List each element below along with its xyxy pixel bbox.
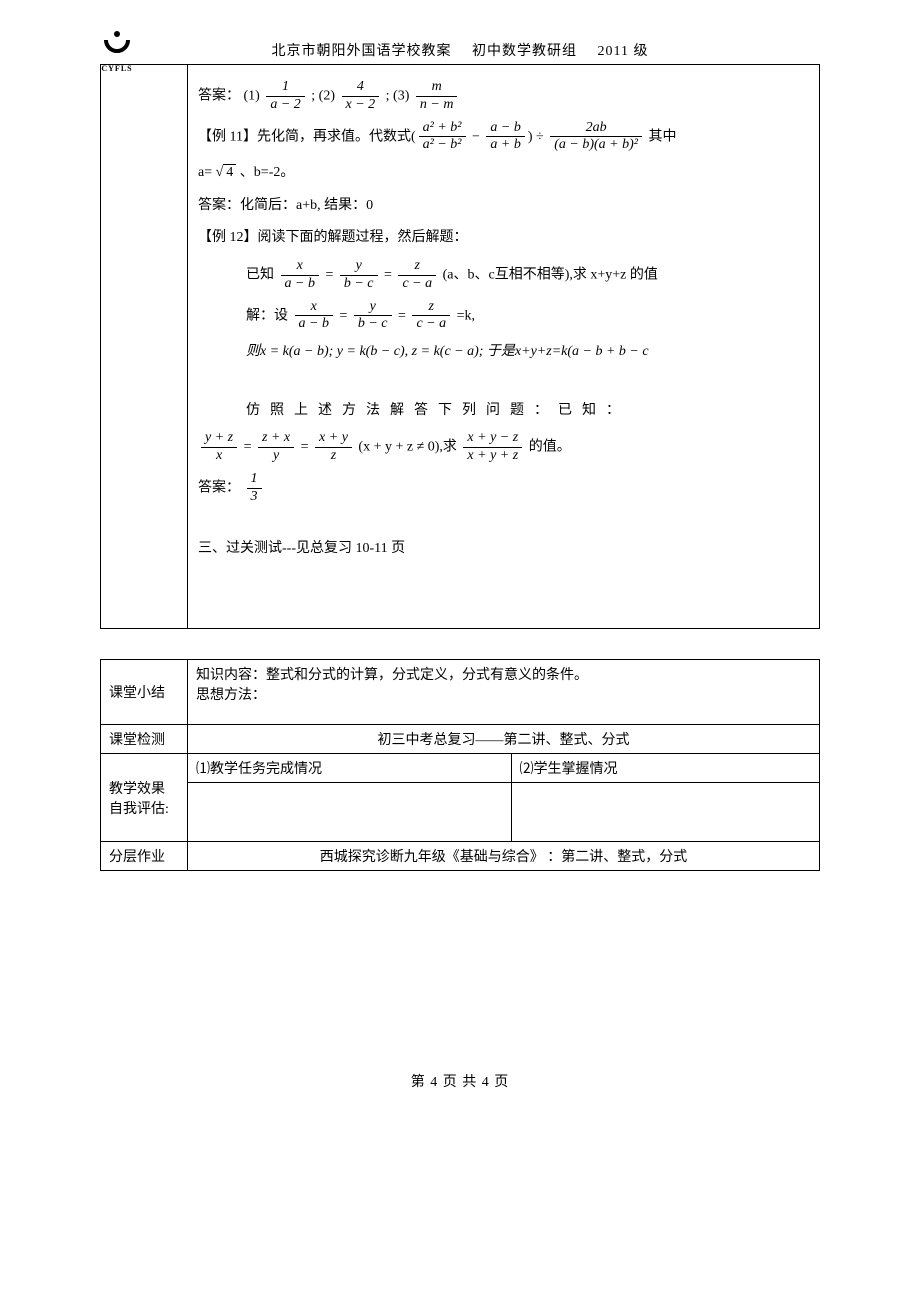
answer-line-1: 答案： (1) 1a − 2 ; (2) 4x − 2 ; (3) mn − m — [198, 79, 809, 114]
ex12s-f3n: z — [412, 299, 450, 317]
ex11-text2: 其中 — [648, 129, 676, 144]
eq-1: = — [325, 267, 333, 282]
ex12-follow-text: 仿照上述方法解答下列问题：已知： — [246, 403, 630, 418]
ans1-num: 1 — [266, 79, 304, 97]
q1n: y + z — [201, 430, 237, 448]
ex12-ans-pre: 答案： — [198, 480, 240, 495]
content-table-2: 课堂小结 知识内容：整式和分式的计算，分式定义，分式有意义的条件。 思想方法： … — [100, 659, 820, 871]
ex11-cond-a: a= — [198, 165, 216, 180]
ex11-minus: − — [472, 129, 480, 144]
row-summary-label: 课堂小结 — [101, 660, 188, 725]
ex12-given-pre: 已知 — [246, 267, 274, 282]
ans2-label: ; (2) — [311, 89, 335, 104]
ex12-f2d: b − c — [340, 276, 378, 293]
section-3: 三、过关测试---见总复习 10-11 页 — [198, 536, 809, 563]
ex12-f3n: z — [398, 258, 436, 276]
ex12-given: 已知 xa − b = yb − c = zc − a (a、b、c互相不相等)… — [246, 258, 809, 293]
ex12-ans-den: 3 — [247, 489, 262, 506]
summary-line2: 思想方法： — [196, 684, 811, 704]
ex11-sqrt: 4 — [223, 164, 236, 180]
content-table-1: 答案： (1) 1a − 2 ; (2) 4x − 2 ; (3) mn − m… — [100, 64, 820, 629]
eq-3: = — [339, 308, 347, 323]
page-header: 北京市朝阳外国语学校教案 初中数学教研组 2011 级 — [100, 40, 820, 60]
q2n: z + x — [258, 430, 294, 448]
ex12-label: 【例 12】 — [198, 230, 258, 245]
summary-line1: 知识内容：整式和分式的计算，分式定义，分式有意义的条件。 — [196, 664, 811, 684]
ex12s-f3d: c − a — [412, 316, 450, 333]
ans3-num: m — [416, 79, 458, 97]
eq-6: = — [301, 440, 309, 455]
eq-5: = — [244, 440, 252, 455]
ex12-question: y + zx = z + xy = x + yz (x + y + z ≠ 0)… — [198, 430, 809, 465]
ans1-label: (1) — [244, 89, 260, 104]
answer-prefix: 答案： — [198, 89, 240, 104]
ex12-ans-num: 1 — [247, 471, 262, 489]
ans1-den: a − 2 — [266, 97, 304, 114]
ex11-b-den: a + b — [486, 137, 524, 154]
ans2-den: x − 2 — [342, 97, 380, 114]
row-eval-label: 教学效果 自我评估: — [101, 754, 188, 842]
ex12s-f2d: b − c — [354, 316, 392, 333]
eq-2: = — [384, 267, 392, 282]
ex12-text: 阅读下面的解题过程，然后解题： — [258, 230, 468, 245]
eq-4: = — [398, 308, 406, 323]
q4d: x + y + z — [463, 448, 522, 465]
q1d: x — [201, 448, 237, 465]
ex12-follow: 仿照上述方法解答下列问题：已知： — [246, 398, 809, 425]
ans3-den: n − m — [416, 97, 458, 114]
ex12s-f1d: a − b — [295, 316, 333, 333]
content-body: 答案： (1) 1a − 2 ; (2) 4x − 2 ; (3) mn − m… — [188, 65, 820, 629]
row-test-label: 课堂检测 — [101, 725, 188, 754]
ex11-label: 【例 11】 — [198, 129, 257, 144]
row-label-empty — [101, 65, 188, 629]
row-summary-content: 知识内容：整式和分式的计算，分式定义，分式有意义的条件。 思想方法： — [188, 660, 820, 725]
ex11-c-num: 2ab — [550, 120, 642, 138]
logo-text: CYFLS — [100, 64, 134, 73]
ex11-a-den: a² − b² — [419, 137, 466, 154]
ex11-div: ÷ — [536, 129, 544, 144]
page-footer: 第 4 页 共 4 页 — [100, 1071, 820, 1091]
ex11-b-num: a − b — [486, 120, 524, 138]
ex12-sol1-pre: 解：设 — [246, 308, 288, 323]
ex11-cond: a= √4 、b=-2。 — [198, 160, 809, 187]
ex11-answer: 答案：化简后：a+b, 结果：0 — [198, 193, 809, 220]
ex11-text1: 先化简，再求值。代数式 — [257, 129, 411, 144]
example-12: 【例 12】阅读下面的解题过程，然后解题： — [198, 225, 809, 252]
row-homework-label: 分层作业 — [101, 842, 188, 871]
ex12-sol1: 解：设 xa − b = yb − c = zc − a =k, — [246, 299, 809, 334]
ex12-sol2: 则x = k(a − b); y = k(b − c), z = k(c − a… — [246, 339, 809, 366]
q2d: y — [258, 448, 294, 465]
ex12-end: 的值。 — [529, 440, 571, 455]
eval-col1-header: ⑴教学任务完成情况 — [188, 754, 512, 783]
ex11-cond-b: 、b=-2。 — [240, 165, 295, 180]
q3n: x + y — [315, 430, 352, 448]
q3d: z — [315, 448, 352, 465]
ex12s-f1n: x — [295, 299, 333, 317]
example-11: 【例 11】先化简，再求值。代数式(a² + b²a² − b² − a − b… — [198, 120, 809, 155]
ex11-c-den: (a − b)(a + b)² — [550, 137, 642, 154]
ex12s-f2n: y — [354, 299, 392, 317]
q4n: x + y − z — [463, 430, 522, 448]
ans2-num: 4 — [342, 79, 380, 97]
ex11-a-num: a² + b² — [419, 120, 466, 138]
ans3-label: ; (3) — [386, 89, 410, 104]
ex12-k: =k, — [457, 308, 475, 323]
header-year: 2011 级 — [598, 44, 649, 59]
eval-col2-blank — [511, 783, 819, 842]
ex12-f1d: a − b — [281, 276, 319, 293]
row-test-content: 初三中考总复习——第二讲、整式、分式 — [188, 725, 820, 754]
ex12-f3d: c − a — [398, 276, 436, 293]
header-school: 北京市朝阳外国语学校教案 — [272, 44, 452, 59]
ex12-answer: 答案： 13 — [198, 471, 809, 506]
eval-col1-blank — [188, 783, 512, 842]
ex12-f2n: y — [340, 258, 378, 276]
header-dept: 初中数学教研组 — [472, 44, 577, 59]
eval-col2-header: ⑵学生掌握情况 — [511, 754, 819, 783]
row-homework-content: 西城探究诊断九年级《基础与综合》 ：第二讲、整式，分式 — [188, 842, 820, 871]
cond-neq: (x + y + z ≠ 0),求 — [358, 440, 457, 455]
ex12-f1n: x — [281, 258, 319, 276]
ex12-given-post: (a、b、c互相不相等),求 x+y+z 的值 — [443, 267, 658, 282]
